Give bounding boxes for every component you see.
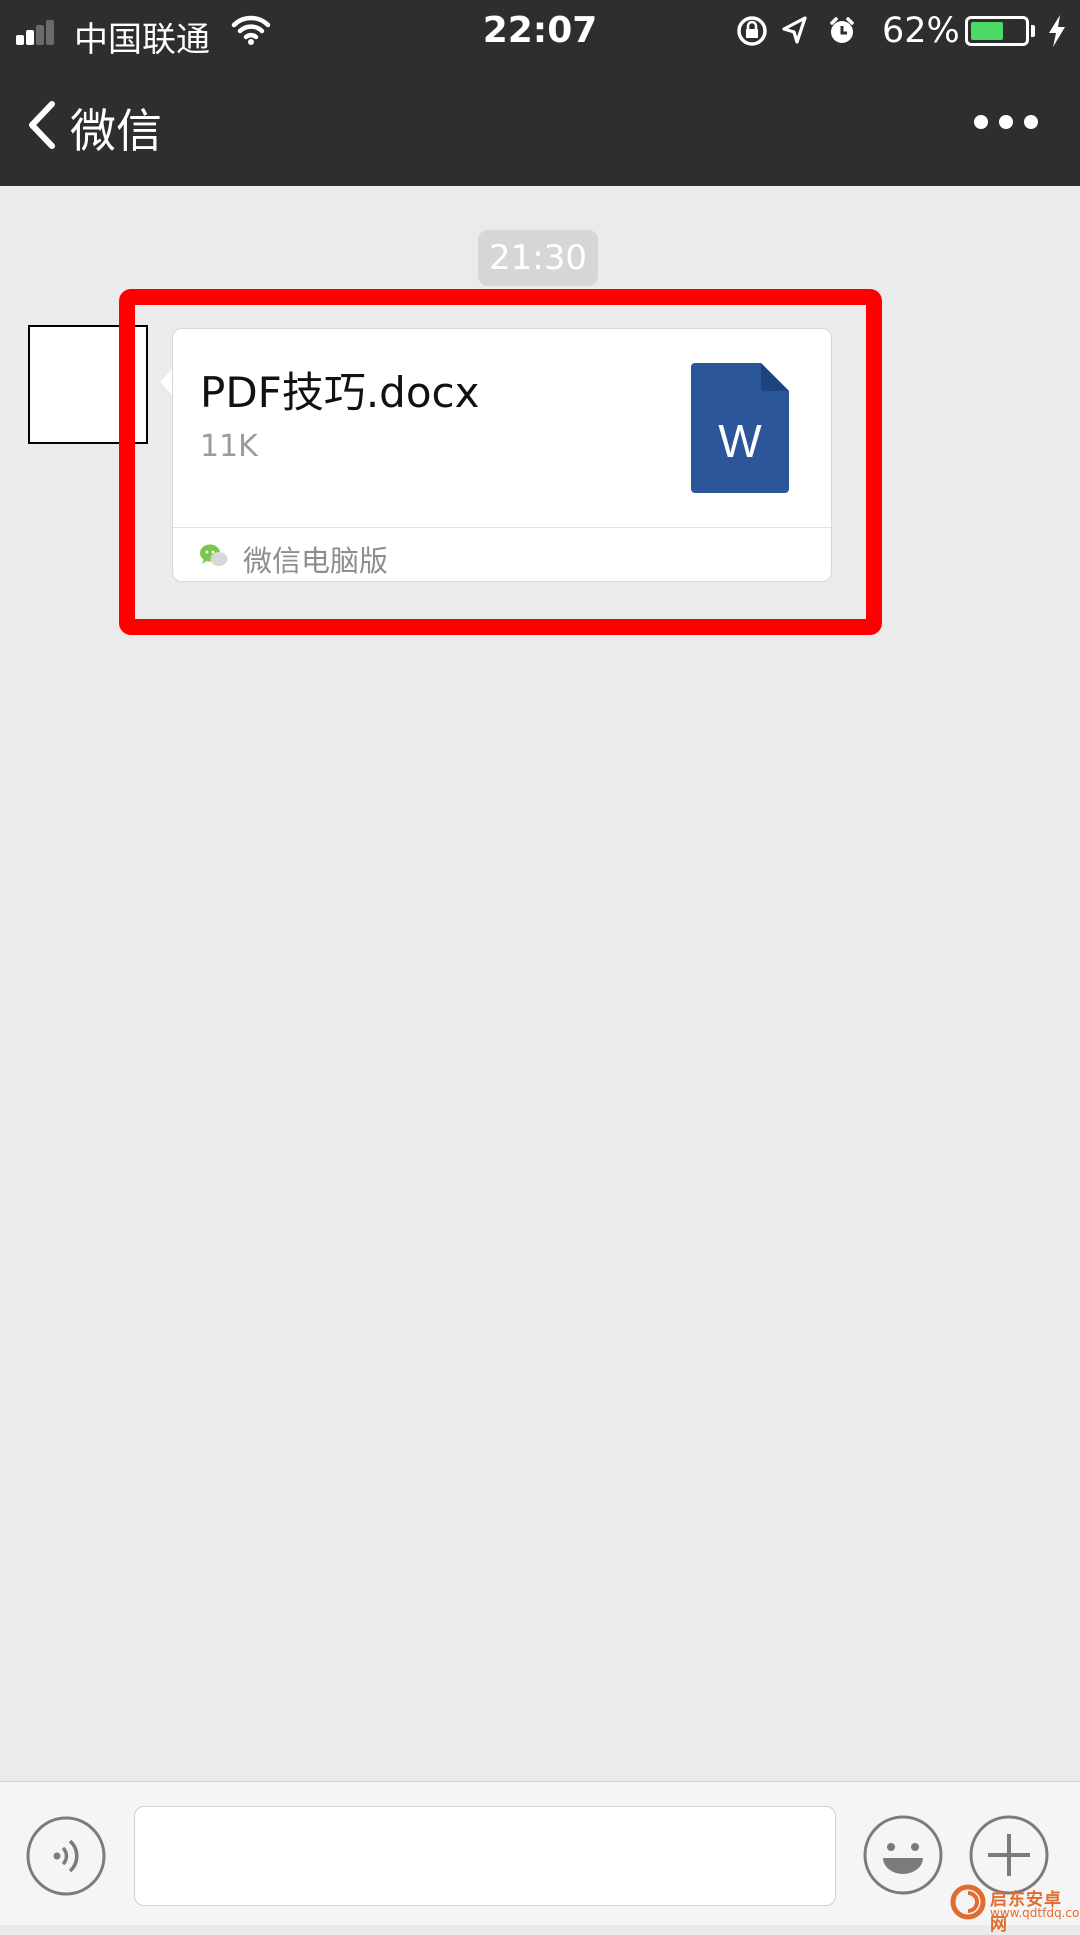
location-arrow-icon	[782, 16, 807, 44]
charging-bolt-icon	[1046, 14, 1068, 52]
alarm-icon	[830, 17, 854, 43]
wechat-chat-screen: 中国联通 22:07 62% 微信 21:30 PDF技巧.docx 11K W…	[0, 0, 1080, 1935]
emoji-icon[interactable]	[862, 1814, 944, 1900]
chat-timestamp: 21:30	[478, 230, 598, 286]
navigation-bar: 微信	[0, 60, 1080, 186]
battery-percentage: 62%	[882, 11, 960, 51]
voice-icon[interactable]	[25, 1815, 107, 1901]
watermark-logo-icon	[950, 1884, 986, 1924]
rotation-lock-icon	[737, 16, 767, 46]
battery-icon	[965, 16, 1029, 46]
more-dots-icon[interactable]	[974, 115, 1038, 129]
status-bar: 中国联通 22:07 62%	[0, 0, 1080, 60]
back-button-label[interactable]: 微信	[70, 95, 162, 161]
highlight-frame	[119, 289, 882, 635]
status-icons	[735, 14, 865, 52]
watermark-url: www.qdtfdq.com	[990, 1906, 1080, 1920]
watermark: 启东安卓网 www.qdtfdq.com	[950, 1884, 1080, 1935]
chevron-left-icon[interactable]	[24, 100, 60, 154]
battery-tip	[1031, 25, 1035, 37]
chat-input-bar	[0, 1781, 1080, 1925]
message-input[interactable]	[134, 1806, 836, 1906]
